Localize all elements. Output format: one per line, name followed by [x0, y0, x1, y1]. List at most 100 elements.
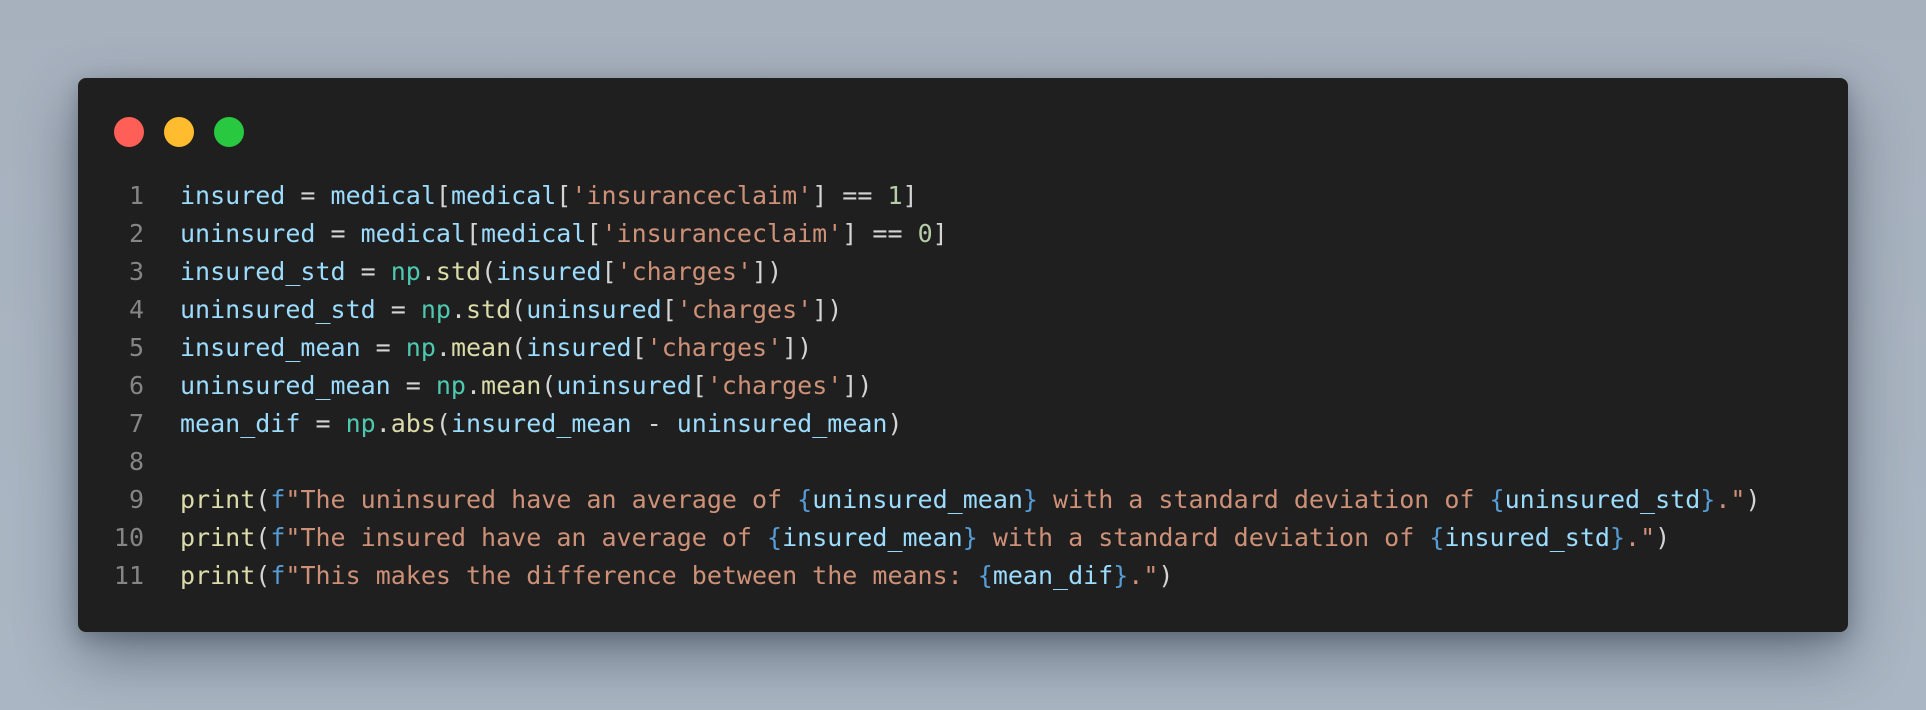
- code-token: insured: [526, 333, 632, 362]
- code-token: uninsured_mean: [180, 371, 391, 400]
- code-text: insured = medical[medical['insuranceclai…: [180, 177, 918, 215]
- code-token: ]): [782, 333, 813, 362]
- code-token: .": [1625, 523, 1656, 552]
- code-token: uninsured_std: [1504, 485, 1701, 514]
- minimize-dot-icon[interactable]: [164, 117, 194, 147]
- code-token: "This makes the difference between the m…: [285, 561, 978, 590]
- code-line: 1 insured = medical[medical['insurancecla…: [78, 177, 1848, 215]
- line-number: 6: [128, 371, 144, 400]
- code-token: mean_dif: [180, 409, 301, 438]
- code-token: mean: [481, 371, 542, 400]
- code-token: {: [1489, 485, 1505, 514]
- line-number: 3: [128, 257, 144, 286]
- code-token: [: [586, 219, 602, 248]
- code-token: print: [180, 523, 256, 552]
- code-token: std: [466, 295, 512, 324]
- window-controls: [114, 117, 244, 147]
- line-number: 1: [128, 181, 144, 210]
- code-token: uninsured: [556, 371, 692, 400]
- code-token: .: [375, 409, 391, 438]
- code-token: np: [405, 333, 436, 362]
- code-token: }: [1113, 561, 1129, 590]
- code-token: =: [375, 295, 421, 324]
- code-token: {: [797, 485, 813, 514]
- code-token: =: [315, 219, 361, 248]
- code-token: std: [435, 257, 482, 286]
- code-text: insured_std = np.std(insured['charges']): [180, 253, 782, 291]
- code-token: (: [435, 409, 451, 438]
- code-token: ]): [752, 257, 783, 286]
- code-line: 7 mean_dif = np.abs(insured_mean - uninsu…: [78, 405, 1848, 443]
- code-text: print(f"The insured have an average of {…: [180, 519, 1670, 557]
- code-token: ]): [812, 295, 843, 324]
- code-token: (: [255, 523, 271, 552]
- code-token: .: [435, 333, 451, 362]
- code-token: insured: [180, 181, 286, 210]
- code-token: np: [390, 257, 421, 286]
- code-token: {: [1429, 523, 1445, 552]
- code-token: 0: [917, 219, 933, 248]
- code-token: (: [255, 561, 271, 590]
- code-text: uninsured_std = np.std(uninsured['charge…: [180, 291, 842, 329]
- code-token: =: [360, 333, 406, 362]
- code-token: [: [691, 371, 707, 400]
- code-token: (: [481, 257, 497, 286]
- code-text: uninsured = medical[medical['insurancecl…: [180, 215, 948, 253]
- code-token: [: [601, 257, 617, 286]
- code-token: uninsured: [526, 295, 662, 324]
- code-line: 4 uninsured_std = np.std(uninsured['charg…: [78, 291, 1848, 329]
- code-token: (: [511, 295, 527, 324]
- code-token: -: [631, 409, 677, 438]
- code-token: uninsured_mean: [676, 409, 888, 438]
- code-token: .": [1128, 561, 1159, 590]
- line-number: 2: [128, 219, 144, 248]
- line-number: 7: [128, 409, 144, 438]
- code-line: 3 insured_std = np.std(insured['charges']…: [78, 253, 1848, 291]
- code-token: =: [390, 371, 436, 400]
- code-token: [: [465, 219, 482, 248]
- code-token: insured_mean: [782, 523, 963, 552]
- code-token: print: [180, 485, 256, 514]
- code-token: [: [661, 295, 677, 324]
- code-token: ] ==: [812, 181, 888, 210]
- code-text: uninsured_mean = np.mean(uninsured['char…: [180, 367, 872, 405]
- code-token: {: [767, 523, 783, 552]
- code-token: .: [450, 295, 466, 324]
- code-token: ): [1655, 523, 1671, 552]
- close-dot-icon[interactable]: [114, 117, 144, 147]
- code-line: 11 print(f"This makes the difference betw…: [78, 557, 1848, 595]
- code-token: f: [270, 561, 286, 590]
- code-token: f: [270, 485, 286, 514]
- line-number: 11: [113, 561, 144, 590]
- code-token: 'charges': [616, 257, 753, 286]
- code-token: {: [977, 561, 993, 590]
- code-text: print(f"This makes the difference betwee…: [180, 557, 1173, 595]
- code-block: 1 insured = medical[medical['insurancecla…: [78, 177, 1848, 595]
- code-token: "The uninsured have an average of: [285, 485, 798, 514]
- code-token: .: [420, 257, 436, 286]
- code-token: medical: [481, 219, 587, 248]
- code-token: insured: [496, 257, 602, 286]
- code-token: }: [1609, 523, 1626, 552]
- code-token: uninsured_std: [180, 295, 376, 324]
- code-token: ]: [902, 181, 918, 210]
- code-token: (: [255, 485, 271, 514]
- code-token: 'charges': [706, 371, 843, 400]
- code-window: 1 insured = medical[medical['insurancecla…: [78, 78, 1848, 632]
- code-token: f: [270, 523, 286, 552]
- code-token: with a standard deviation of: [1037, 485, 1490, 514]
- code-token: ): [1745, 485, 1761, 514]
- code-token: insured_std: [180, 257, 346, 286]
- code-line: 6 uninsured_mean = np.mean(uninsured['cha…: [78, 367, 1848, 405]
- code-token: 'insuranceclaim': [571, 181, 813, 210]
- code-line: 8: [78, 443, 1848, 481]
- code-token: 'charges': [646, 333, 783, 362]
- code-token: 1: [887, 181, 903, 210]
- code-token: ): [1158, 561, 1174, 590]
- code-token: =: [300, 409, 346, 438]
- code-token: ): [887, 409, 903, 438]
- zoom-dot-icon[interactable]: [214, 117, 244, 147]
- code-token: (: [511, 333, 527, 362]
- code-token: uninsured_mean: [812, 485, 1023, 514]
- code-token: (: [541, 371, 557, 400]
